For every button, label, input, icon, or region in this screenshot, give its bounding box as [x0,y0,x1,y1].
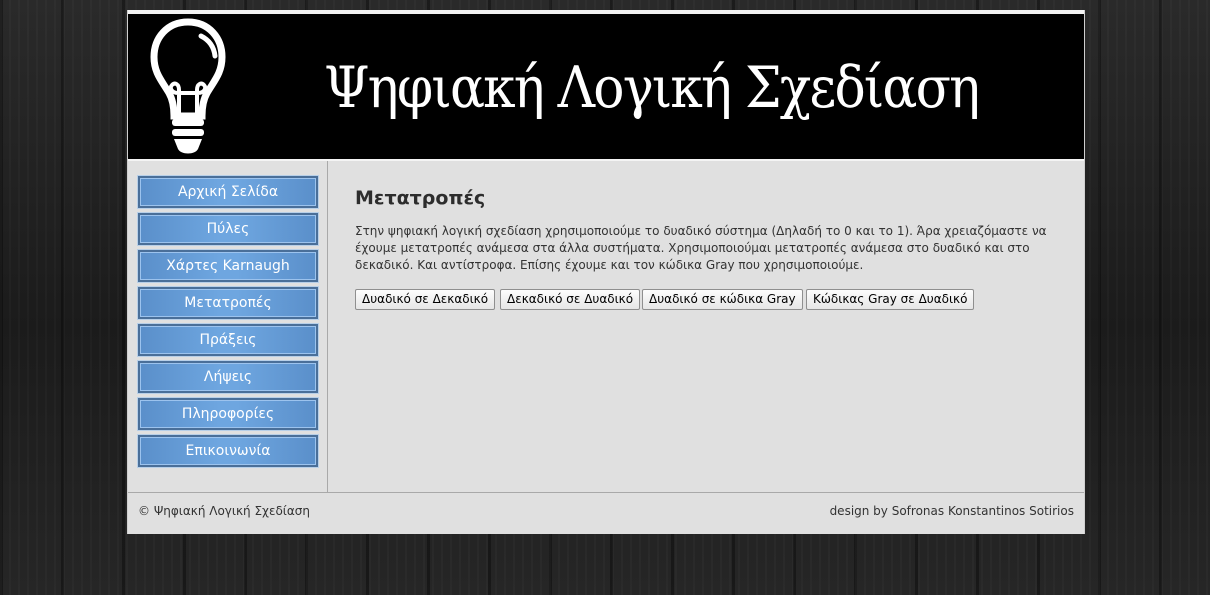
gray-to-binary-button[interactable]: Κώδικας Gray σε Δυαδικό [806,289,975,310]
intro-paragraph: Στην ψηφιακή λογική σχεδίαση χρησιμοποιο… [355,224,1047,272]
sidebar-item-home[interactable]: Αρχική Σελίδα [138,176,318,208]
lightbulb-icon [150,18,226,154]
binary-to-gray-button[interactable]: Δυαδικό σε κώδικα Gray [642,289,803,310]
sidebar-item-karnaugh-maps[interactable]: Χάρτες Karnaugh [138,250,318,282]
sidebar-item-operations[interactable]: Πράξεις [138,324,318,356]
site-header: Ψηφιακή Λογική Σχεδίαση [128,10,1084,159]
page-wrapper: Ψηφιακή Λογική Σχεδίαση Αρχική Σελίδα Πύ… [127,10,1085,534]
footer-credit: design by Sofronas Konstantinos Sotirios [829,504,1074,518]
decimal-to-binary-button[interactable]: Δεκαδικό σε Δυαδικό [500,289,641,310]
page-title: Μετατροπές [355,187,486,209]
site-footer: © Ψηφιακή Λογική Σχεδίαση design by Sofr… [128,492,1084,534]
sidebar-item-conversions[interactable]: Μετατροπές [138,287,318,319]
sidebar-item-downloads[interactable]: Λήψεις [138,361,318,393]
sidebar-item-information[interactable]: Πληροφορίες [138,398,318,430]
binary-to-decimal-button[interactable]: Δυαδικό σε Δεκαδικό [355,289,496,310]
footer-copyright: © Ψηφιακή Λογική Σχεδίαση [138,504,310,518]
site-title: Ψηφιακή Λογική Σχεδίαση [324,55,980,121]
sidebar-item-gates[interactable]: Πύλες [138,213,318,245]
sidebar-item-contact[interactable]: Επικοινωνία [138,435,318,467]
sidebar-nav: Αρχική Σελίδα Πύλες Χάρτες Karnaugh Μετα… [128,161,328,492]
main-content: Μετατροπές Στην ψηφιακή λογική σχεδίαση … [329,161,1084,492]
